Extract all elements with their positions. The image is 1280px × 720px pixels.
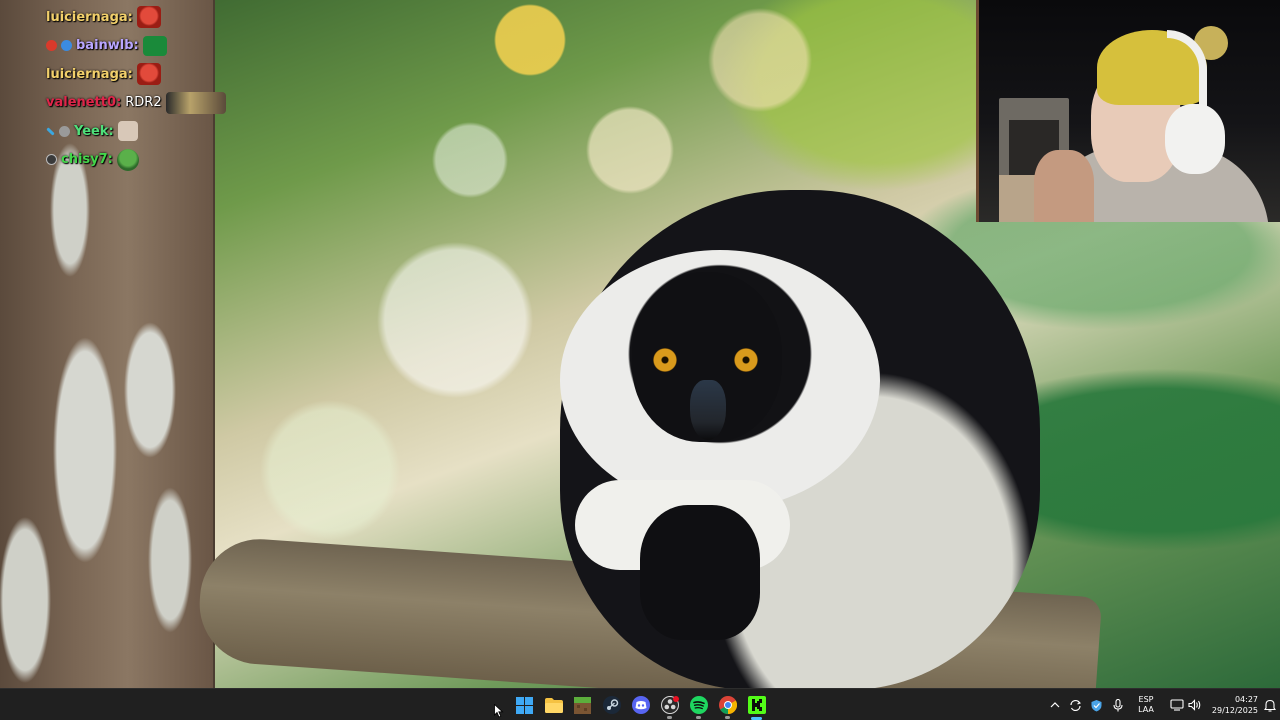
bell-icon — [1264, 699, 1276, 712]
picture-emote-icon — [165, 91, 226, 114]
wallpaper-lemur-right-eye — [734, 348, 758, 372]
taskbar-file-explorer[interactable] — [539, 689, 568, 720]
chat-message: bainwlb: — [46, 32, 221, 61]
dark-badge-icon — [46, 154, 57, 166]
running-indicator — [696, 716, 701, 719]
green-box-emote-icon — [142, 35, 167, 56]
tray-defender-button[interactable] — [1086, 689, 1107, 720]
sword-badge-icon — [46, 127, 55, 136]
system-tray: ESP LAA 04:27 29/12/2025 — [1044, 689, 1280, 720]
face-emote-icon — [117, 121, 138, 142]
chevron-up-icon — [1050, 702, 1059, 708]
clock-time: 04:27 — [1234, 695, 1258, 704]
chat-text: RDR2 — [125, 95, 162, 111]
chat-username: luiciernaga: — [46, 9, 133, 25]
wallpaper-lemur-left-eye — [653, 348, 677, 372]
language-code: ESP — [1138, 695, 1154, 704]
webcam-headphone — [1165, 104, 1225, 174]
windows-logo-icon — [516, 696, 533, 714]
start-button[interactable] — [510, 689, 539, 720]
chat-message: chisy7: — [46, 146, 221, 175]
chat-message: luiciernaga: — [46, 3, 221, 32]
keyboard-layout-code: LAA — [1138, 705, 1154, 714]
frog-emote-icon — [116, 148, 139, 171]
kick-icon — [747, 696, 766, 714]
mouse-cursor-icon — [494, 704, 504, 718]
minecraft-block-icon — [574, 696, 591, 714]
blue-badge-icon — [61, 40, 72, 52]
chat-username: valenett0: — [46, 95, 122, 111]
running-indicator — [667, 716, 672, 719]
chat-username: chisy7: — [61, 152, 113, 168]
chrome-icon — [718, 696, 737, 714]
taskbar-apps — [510, 689, 771, 720]
spotify-icon — [689, 696, 708, 714]
folder-icon — [544, 697, 563, 713]
steam-icon — [602, 696, 621, 714]
notifications-button[interactable] — [1260, 689, 1280, 720]
show-hidden-icons-button[interactable] — [1044, 689, 1065, 720]
sync-icon — [1070, 699, 1081, 711]
red-mask-emote-icon — [136, 6, 161, 29]
tray-sync-button[interactable] — [1065, 689, 1086, 720]
discord-icon — [631, 696, 650, 714]
chat-username: Yeek: — [74, 123, 114, 139]
red-mask-emote-icon — [136, 63, 161, 86]
recording-indicator-icon — [673, 696, 679, 702]
chat-username: luiciernaga: — [46, 66, 133, 82]
quick-settings-button[interactable] — [1164, 699, 1208, 711]
wallpaper-lemur-hand — [640, 505, 760, 640]
webcam-streamer-arm — [1034, 150, 1094, 222]
taskbar-minecraft[interactable] — [568, 689, 597, 720]
taskbar-obs[interactable] — [655, 689, 684, 720]
microphone-icon — [1112, 698, 1123, 711]
taskbar-discord[interactable] — [626, 689, 655, 720]
taskbar-steam[interactable] — [597, 689, 626, 720]
volume-icon — [1188, 699, 1201, 711]
tray-microphone-button[interactable] — [1107, 689, 1128, 720]
network-icon — [1170, 699, 1184, 711]
red-badge-icon — [46, 40, 57, 52]
clock-button[interactable]: 04:27 29/12/2025 — [1208, 694, 1258, 716]
gray-badge-icon — [59, 125, 70, 137]
stream-chat-overlay: luiciernaga: bainwlb: luiciernaga: valen… — [46, 3, 226, 175]
clock-date: 29/12/2025 — [1211, 706, 1258, 715]
chat-message: Yeek: — [46, 117, 221, 146]
chat-username: bainwlb: — [76, 38, 139, 54]
taskbar: ESP LAA 04:27 29/12/2025 — [0, 688, 1280, 720]
webcam-overlay — [976, 0, 1280, 222]
shield-icon — [1091, 699, 1102, 711]
input-language-button[interactable]: ESP LAA — [1128, 695, 1164, 715]
wallpaper-lemur-nose — [690, 380, 726, 440]
chat-message: luiciernaga: — [46, 60, 221, 89]
taskbar-chrome[interactable] — [713, 689, 742, 720]
taskbar-spotify[interactable] — [684, 689, 713, 720]
running-indicator — [725, 716, 730, 719]
chat-message: valenett0: RDR2 — [46, 89, 226, 118]
taskbar-kick[interactable] — [742, 689, 771, 720]
